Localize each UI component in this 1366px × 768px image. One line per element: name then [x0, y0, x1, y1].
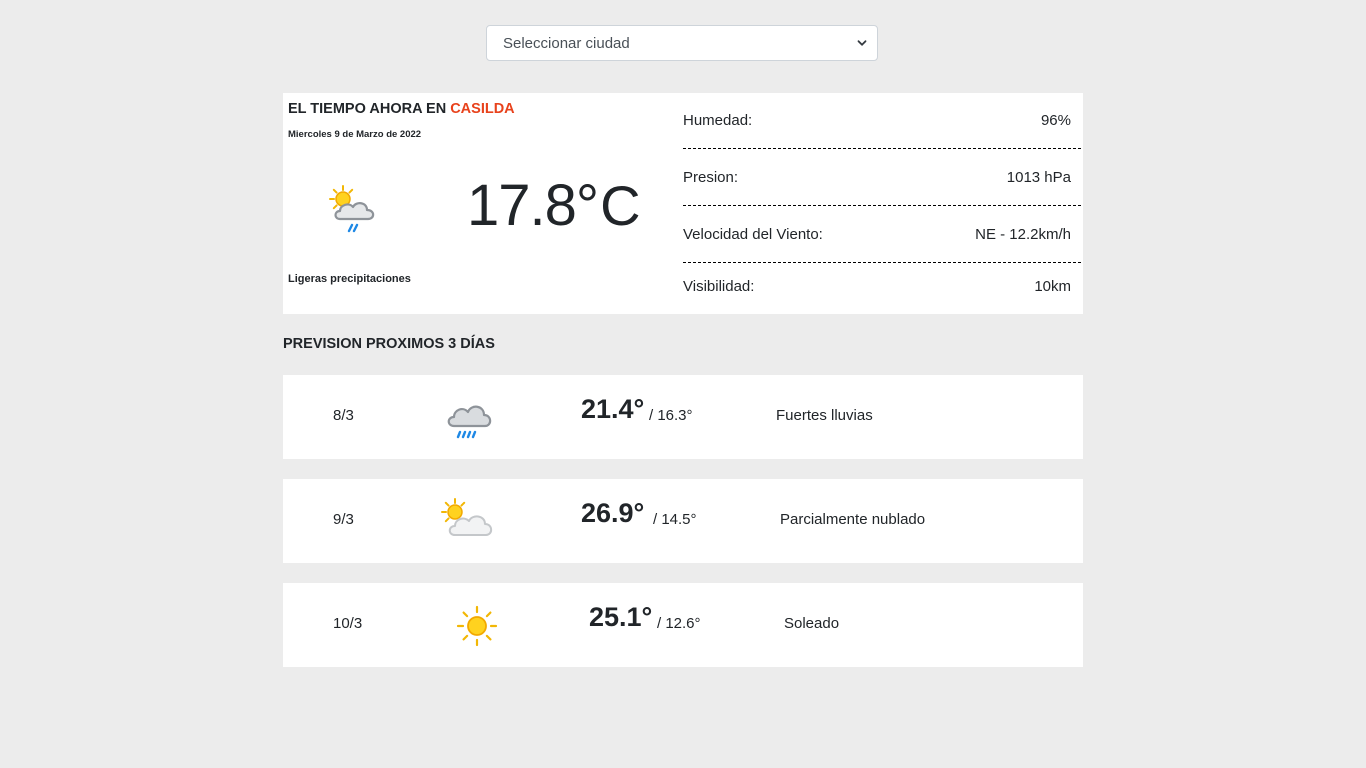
stat-label: Velocidad del Viento:: [683, 226, 823, 243]
city-select[interactable]: Seleccionar ciudad: [486, 25, 878, 61]
current-city: CASILDA: [450, 101, 515, 117]
stat-label: Presion:: [683, 169, 739, 186]
stat-label: Visibilidad:: [683, 277, 755, 295]
stat-value: 1013 hPa: [1006, 169, 1071, 186]
stat-row-wind: Velocidad del Viento: NE - 12.2km/h: [683, 207, 1081, 263]
current-title: EL TIEMPO AHORA EN CASILDA: [288, 101, 515, 117]
stat-label: Humedad:: [683, 112, 753, 129]
stat-value: NE - 12.2km/h: [975, 226, 1071, 243]
current-temperature-value: 17.8°: [467, 173, 599, 238]
stat-value: 10km: [1034, 277, 1071, 295]
sunny-icon: [456, 605, 498, 647]
stat-value: 96%: [1040, 112, 1071, 129]
forecast-date: 8/3: [333, 407, 354, 424]
current-date: Miercoles 9 de Marzo de 2022: [288, 129, 422, 140]
current-title-prefix: EL TIEMPO AHORA EN: [288, 101, 447, 117]
stat-row-humidity: Humedad: 96%: [683, 93, 1081, 149]
partly-cloudy-icon: [441, 498, 493, 536]
forecast-max-temp: 26.9°: [581, 498, 645, 528]
forecast-min-temp: / 14.5°: [653, 511, 697, 528]
forecast-max-temp: 25.1°: [589, 602, 653, 632]
chevron-down-icon: [857, 40, 867, 46]
stat-row-visibility: Visibilidad: 10km: [683, 258, 1081, 314]
forecast-description: Soleado: [784, 615, 840, 632]
forecast-max-temp: 21.4°: [581, 394, 645, 424]
forecast-date: 10/3: [333, 615, 363, 632]
forecast-date: 9/3: [333, 511, 354, 528]
forecast-row: 8/3 21.4° / 16.3° Fuertes lluvias: [283, 375, 1083, 459]
forecast-min-temp: / 12.6°: [657, 615, 701, 632]
forecast-row: 10/3 25.1° / 12.6° Soleado: [283, 583, 1083, 667]
forecast-row: 9/3 26.9° / 14.5° Parcialmente nublado: [283, 479, 1083, 563]
current-stats: Humedad: 96% Presion: 1013 hPa Velocidad…: [681, 93, 1083, 314]
current-description: Ligeras precipitaciones: [288, 273, 411, 285]
forecast-min-temp: / 16.3°: [649, 407, 693, 424]
forecast-description: Fuertes lluvias: [776, 407, 873, 424]
current-temperature-unit: C: [600, 174, 640, 237]
light-rain-icon: [329, 185, 375, 233]
forecast-description: Parcialmente nublado: [780, 511, 926, 528]
heavy-rain-icon: [447, 405, 492, 439]
current-temperature: 17.8°C: [467, 174, 641, 237]
city-select-value: Seleccionar ciudad: [503, 34, 630, 52]
stat-row-pressure: Presion: 1013 hPa: [683, 150, 1081, 206]
current-weather-panel: EL TIEMPO AHORA EN CASILDA Miercoles 9 d…: [283, 93, 1083, 314]
forecast-title: PREVISION PROXIMOS 3 DÍAS: [283, 336, 495, 352]
current-summary: EL TIEMPO AHORA EN CASILDA Miercoles 9 d…: [283, 93, 681, 314]
